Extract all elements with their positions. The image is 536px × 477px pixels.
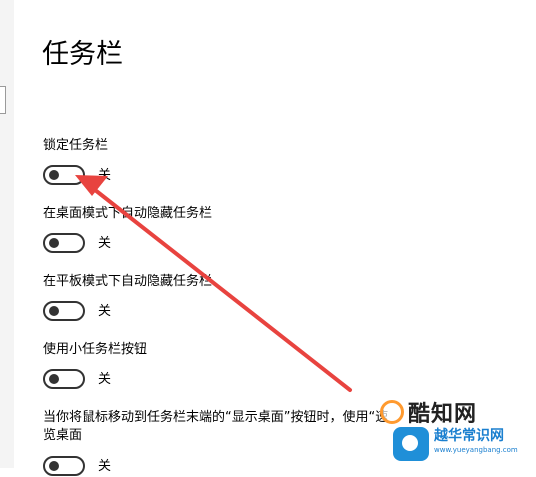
watermark-kuzhi: 酷知网 bbox=[380, 396, 477, 428]
watermark-yuehua: 越华常识网 www.yueyangbang.com bbox=[393, 427, 518, 461]
kuzhi-logo-icon bbox=[380, 400, 404, 424]
watermark-brand2: 越华常识网 bbox=[434, 428, 504, 444]
watermark-brand1: 酷知网 bbox=[408, 402, 478, 427]
arrow-shaft bbox=[88, 184, 352, 392]
arrow-head bbox=[75, 175, 108, 196]
watermark-url: www.yueyangbang.com bbox=[434, 446, 518, 454]
yuehua-logo-icon bbox=[393, 427, 429, 461]
watermark-texts: 越华常识网 www.yueyangbang.com bbox=[434, 427, 518, 455]
